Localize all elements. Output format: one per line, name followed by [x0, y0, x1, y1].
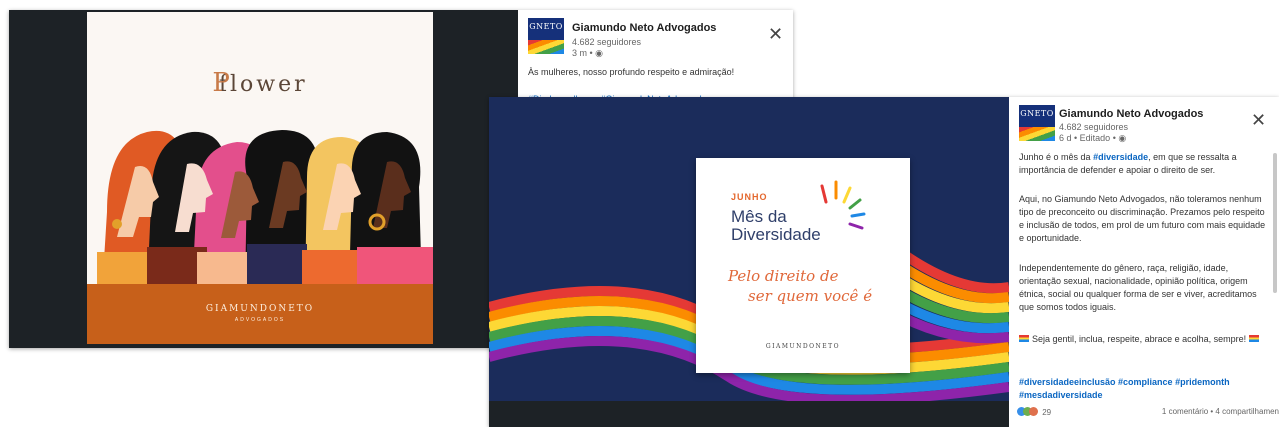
card-script: Pelo direito de ser quem você é	[728, 266, 872, 306]
reaction-icons[interactable]	[1017, 407, 1038, 418]
company-name[interactable]: Giamundo Neto Advogados	[572, 22, 716, 34]
poster-footer-brand: GIAMUNDONETO	[205, 304, 315, 314]
card-script-line1: Pelo direito de	[728, 267, 839, 285]
hashtag-diversidade[interactable]: #diversidade	[1093, 152, 1148, 162]
follower-count: 4.682 seguidores	[1059, 122, 1129, 132]
p4-text: Seja gentil, inclua, respeite, abrace e …	[1032, 334, 1247, 344]
globe-icon: ◉	[595, 48, 604, 58]
rainbow-rays-icon	[820, 180, 866, 230]
post-paragraph-3: Independentemente do gênero, raça, relig…	[1019, 263, 1257, 312]
post-time-text: 6 d • Editado •	[1059, 133, 1116, 143]
company-logo[interactable]: GNETO	[1019, 105, 1055, 141]
card-footer-brand: GIAMUNDONETO	[765, 343, 841, 350]
card-script-line2: ser quem você é	[748, 287, 873, 305]
post-text: Às mulheres, nosso profundo respeito e a…	[528, 67, 735, 77]
love-icon	[1029, 407, 1038, 416]
close-icon[interactable]: ✕	[768, 25, 783, 43]
post-paragraph-2: Aqui, no Giamundo Neto Advogados, não to…	[1019, 194, 1266, 243]
close-icon[interactable]: ✕	[1251, 111, 1266, 129]
post-footer: 29 1 comentário • 4 compartilhamen	[1017, 407, 1279, 427]
card-title-line2: Diversidade	[731, 225, 821, 244]
post-paragraph-1: Junho é o mês da #diversidade, em que se…	[1019, 151, 1267, 177]
post-time: 3 m • ◉	[572, 48, 603, 59]
rainbow-flag-icon	[1019, 335, 1029, 342]
card-title-line1: Mês da	[731, 207, 787, 226]
p1-pre: Junho é o mês da	[1019, 152, 1094, 162]
post-paragraph-4: Seja gentil, inclua, respeite, abrace e …	[1019, 333, 1267, 346]
post-hashtags[interactable]: #diversidadeeinclusão #compliance #pride…	[1019, 376, 1267, 402]
scrollbar[interactable]	[1273, 153, 1277, 293]
post-stats[interactable]: 1 comentário • 4 compartilhamen	[1162, 407, 1279, 416]
poster-footer: GIAMUNDONETO ADVOGADOS	[87, 284, 433, 344]
post-image-women[interactable]: Pflower GIAMUNDONETO ADVOGADOS	[87, 12, 433, 344]
logo-text: GNETO	[529, 22, 563, 31]
follower-count: 4.682 seguidores	[572, 37, 642, 47]
poster-footer-sub: ADVOGADOS	[234, 317, 286, 323]
card-title: Mês da Diversidade	[731, 208, 821, 244]
globe-icon: ◉	[1118, 133, 1127, 143]
post-time: 6 d • Editado • ◉	[1059, 133, 1126, 144]
company-name[interactable]: Giamundo Neto Advogados	[1059, 108, 1203, 120]
post-side-panel-2: GNETO Giamundo Neto Advogados 4.682 segu…	[1009, 97, 1279, 427]
post-time-text: 3 m •	[572, 48, 593, 58]
logo-text: GNETO	[1020, 109, 1054, 118]
diversity-card: JUNHO Mês da Diversidade Pelo direito de…	[696, 158, 910, 373]
company-logo[interactable]: GNETO	[528, 18, 564, 54]
rainbow-stripe	[528, 40, 564, 54]
post-image-diversity[interactable]: JUNHO Mês da Diversidade Pelo direito de…	[489, 97, 1009, 401]
rainbow-stripe	[1019, 127, 1055, 141]
reaction-count[interactable]: 29	[1042, 408, 1051, 417]
post-viewer-2: JUNHO Mês da Diversidade Pelo direito de…	[489, 97, 1279, 427]
card-month: JUNHO	[731, 192, 768, 202]
rainbow-flag-icon	[1249, 335, 1260, 342]
